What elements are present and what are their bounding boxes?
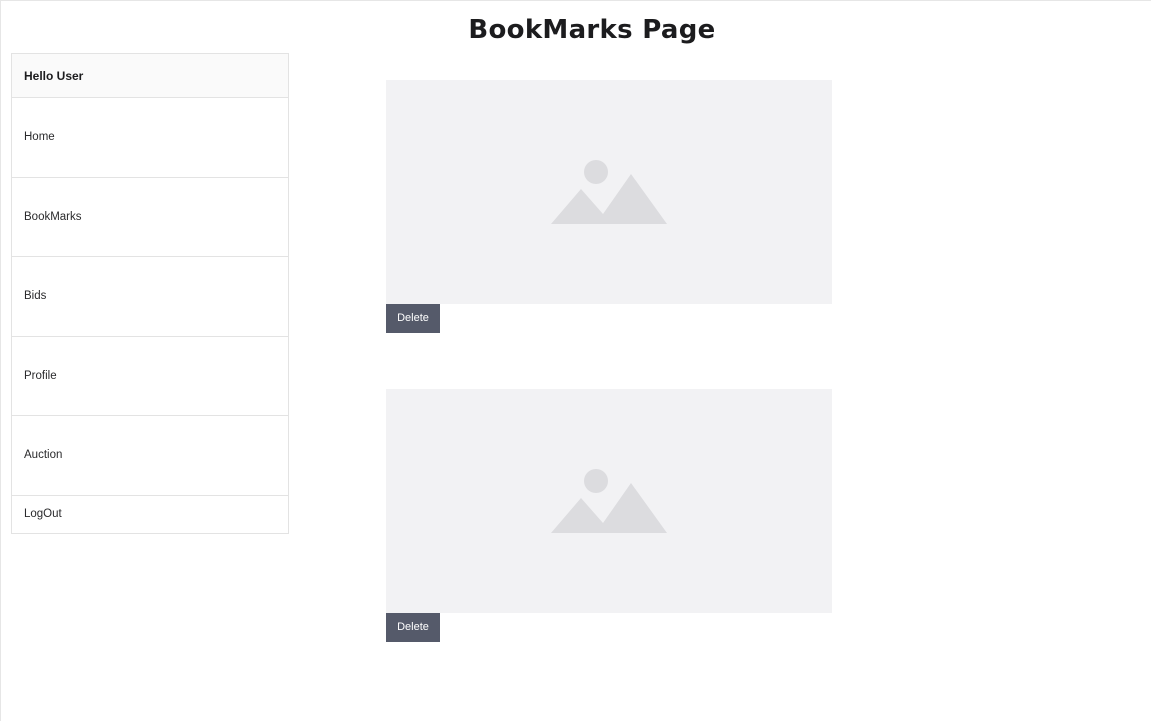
delete-button[interactable]: Delete — [386, 613, 440, 642]
bookmark-card: Delete — [386, 389, 832, 642]
bookmark-card: Delete — [386, 80, 832, 333]
sidebar-item-bookmarks[interactable]: BookMarks — [12, 178, 288, 257]
sidebar-item-bids[interactable]: Bids — [12, 257, 288, 337]
sidebar-greeting: Hello User — [12, 54, 288, 98]
bookmark-image — [386, 389, 832, 613]
sidebar: Hello User Home BookMarks Bids Profile A… — [11, 53, 289, 534]
sidebar-item-auction[interactable]: Auction — [12, 416, 288, 496]
sidebar-item-home[interactable]: Home — [12, 98, 288, 178]
delete-button[interactable]: Delete — [386, 304, 440, 333]
sidebar-item-logout[interactable]: LogOut — [12, 496, 288, 533]
bookmark-image — [386, 80, 832, 304]
page-title: BookMarks Page — [468, 15, 716, 45]
image-placeholder-icon — [551, 160, 667, 224]
sidebar-item-profile[interactable]: Profile — [12, 337, 288, 416]
page-frame: BookMarks Page Hello User Home BookMarks… — [0, 0, 1151, 721]
image-placeholder-icon — [551, 469, 667, 533]
